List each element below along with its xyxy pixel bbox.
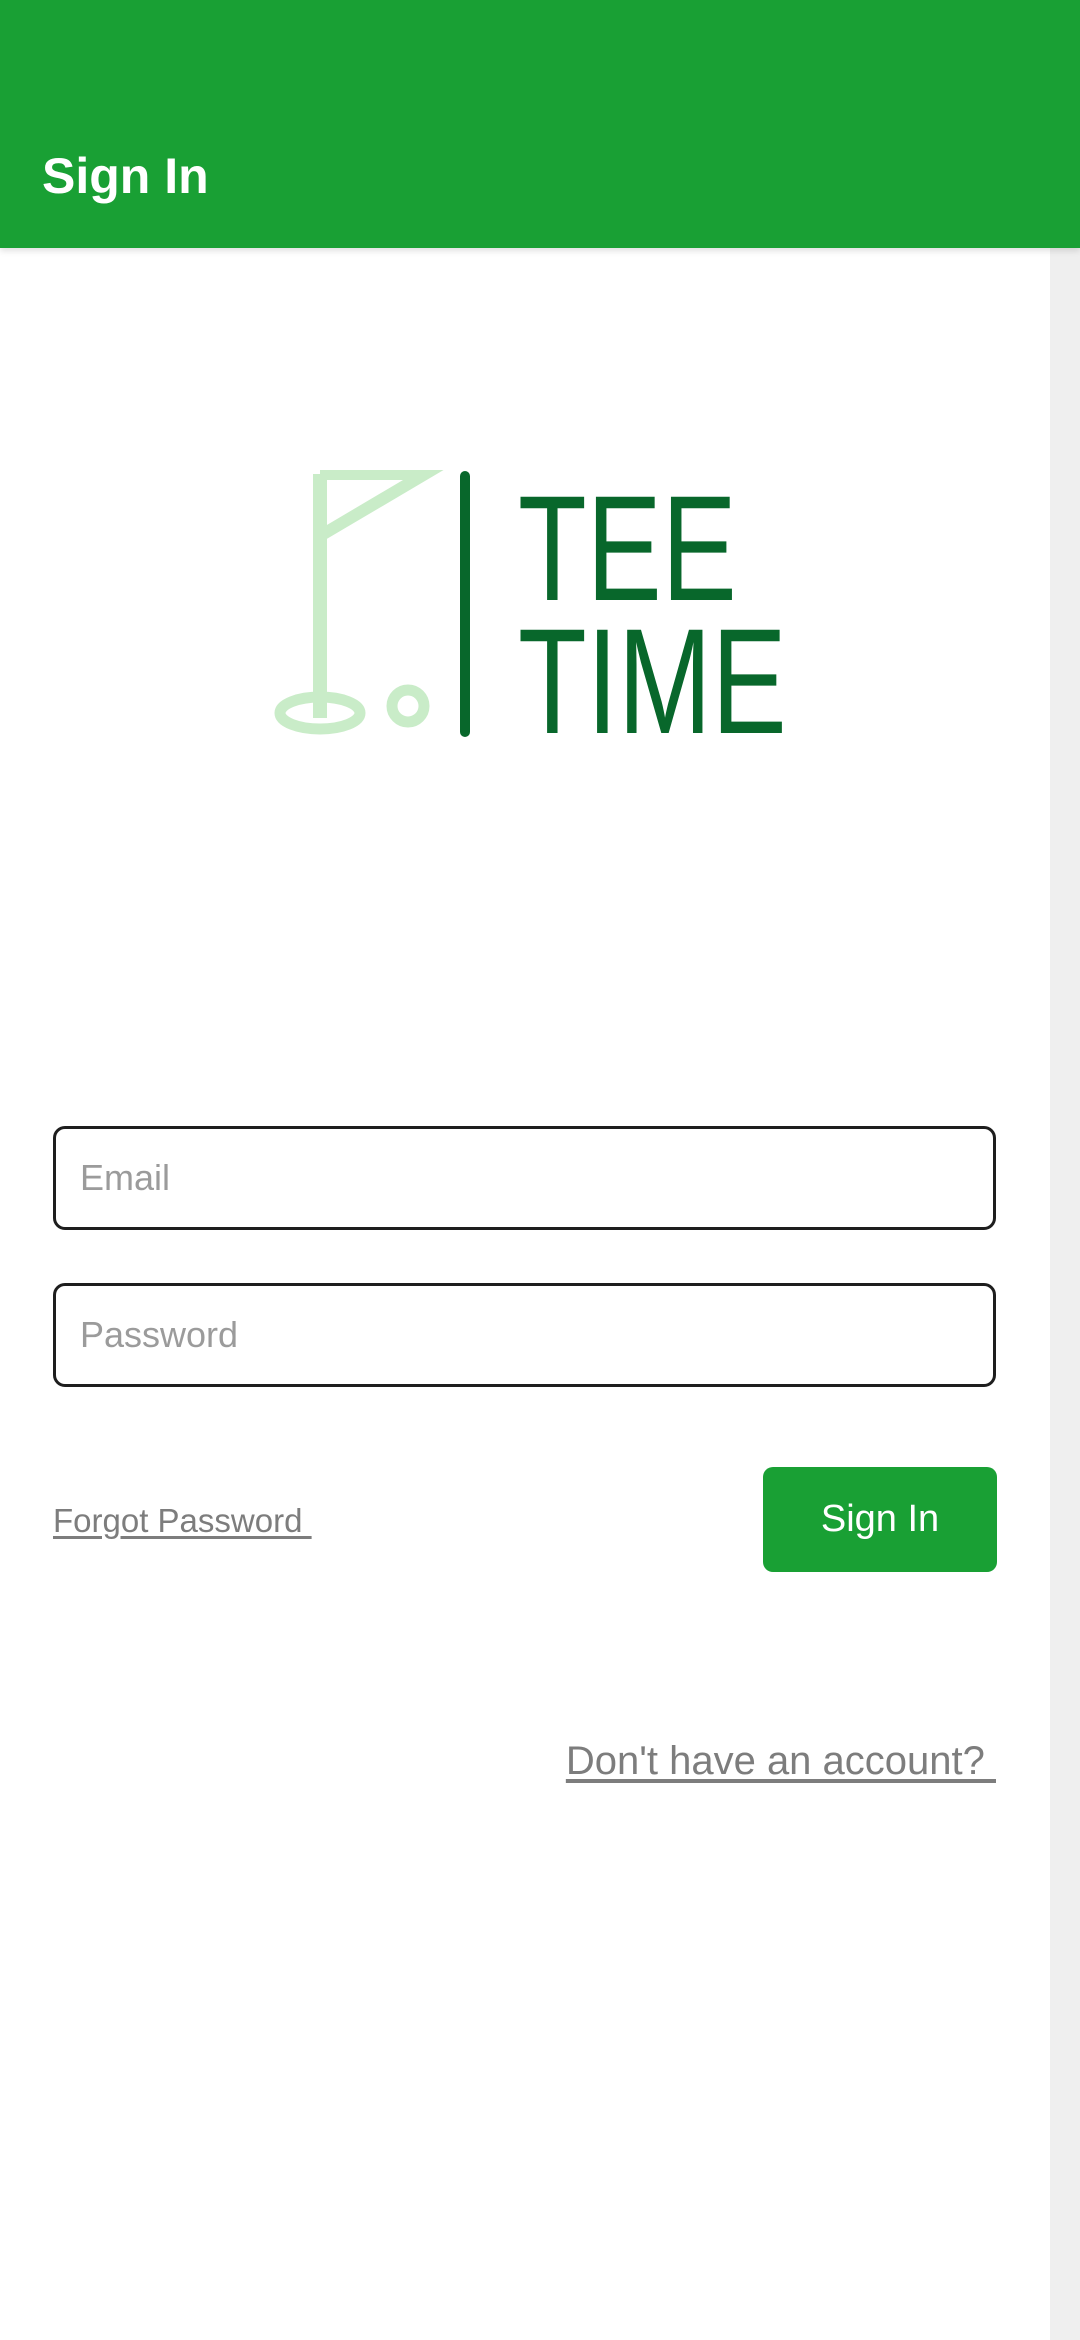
forgot-password-link[interactable]: Forgot Password	[53, 1501, 312, 1541]
password-input[interactable]	[80, 1314, 969, 1356]
tee-time-logo: TEE TIME	[274, 470, 787, 740]
email-field[interactable]	[53, 1126, 996, 1230]
page-title: Sign In	[42, 148, 209, 204]
scrollbar-track	[1050, 248, 1080, 2340]
email-input[interactable]	[80, 1157, 969, 1199]
sign-up-link[interactable]: Don't have an account?	[566, 1737, 996, 1785]
password-field[interactable]	[53, 1283, 996, 1387]
sign-in-button[interactable]: Sign In	[763, 1467, 997, 1572]
golf-flag-icon	[274, 470, 444, 735]
logo-line-time: TIME	[518, 598, 787, 740]
app-bar: Sign In	[0, 0, 1080, 248]
